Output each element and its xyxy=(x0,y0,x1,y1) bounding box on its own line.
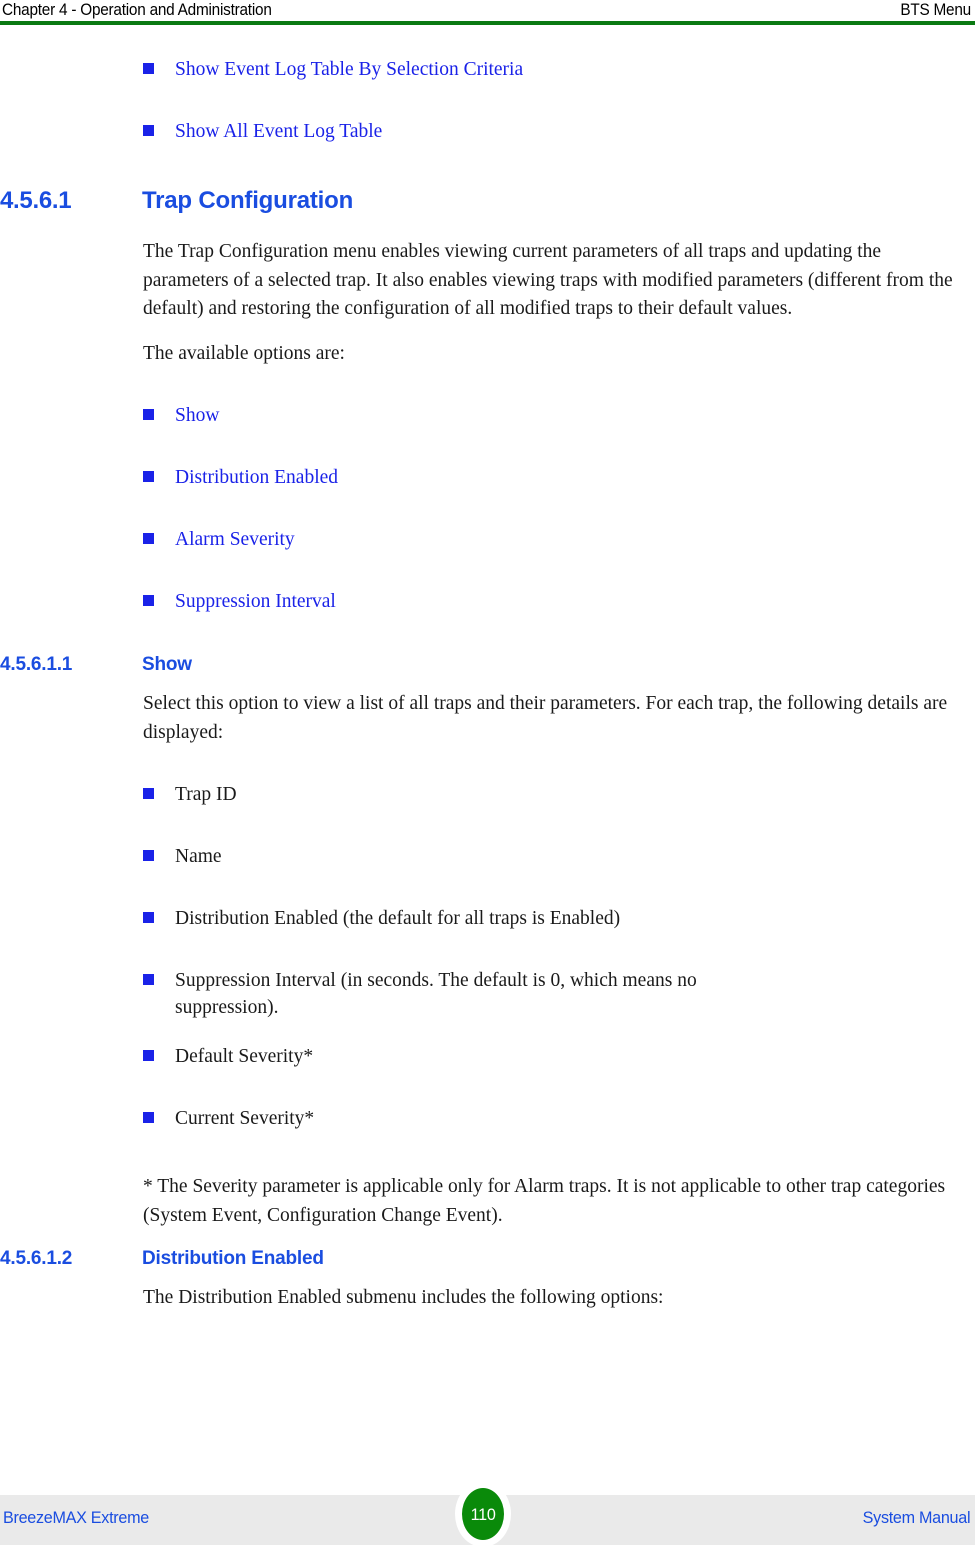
list-item-label: Suppression Interval (in seconds. The de… xyxy=(175,970,697,1018)
body-paragraph: Select this option to view a list of all… xyxy=(143,693,948,743)
list-item: Current Severity* xyxy=(0,1105,975,1133)
cross-reference-link[interactable]: Show xyxy=(175,402,960,429)
list-item: Distribution Enabled (the default for al… xyxy=(0,905,975,933)
list-item[interactable]: Show All Event Log Table xyxy=(0,118,975,146)
footer-document-name: System Manual xyxy=(862,1508,970,1527)
list-item[interactable]: Show Event Log Table By Selection Criter… xyxy=(0,56,975,84)
list-item[interactable]: Suppression Interval xyxy=(0,588,975,616)
list-item[interactable]: Distribution Enabled xyxy=(0,464,975,492)
list-item-label: Name xyxy=(175,846,222,867)
page-content: Show Event Log Table By Selection Criter… xyxy=(0,56,975,1313)
body-paragraph: The Distribution Enabled submenu include… xyxy=(143,1287,664,1308)
page-footer: BreezeMAX Extreme 110 System Manual xyxy=(0,1481,975,1547)
list-item-label: Default Severity* xyxy=(175,1046,314,1067)
square-bullet-icon xyxy=(143,125,154,136)
footer-product-name: BreezeMAX Extreme xyxy=(3,1508,149,1527)
cross-reference-link[interactable]: Show All Event Log Table xyxy=(175,118,960,145)
section-heading: 4.5.6.1 Trap Configuration xyxy=(0,186,975,222)
cross-reference-link[interactable]: Distribution Enabled xyxy=(175,464,960,491)
square-bullet-icon xyxy=(143,471,154,482)
section-number: 4.5.6.1.2 xyxy=(0,1248,73,1269)
list-item-label: Current Severity* xyxy=(175,1108,315,1129)
page-number-badge: 110 xyxy=(455,1481,511,1547)
list-item-label: Distribution Enabled (the default for al… xyxy=(175,908,621,929)
list-item-label: Trap ID xyxy=(175,784,237,805)
list-item[interactable]: Show xyxy=(0,402,975,430)
cross-reference-link[interactable]: Alarm Severity xyxy=(175,526,960,553)
cross-reference-link[interactable]: Suppression Interval xyxy=(175,588,960,615)
square-bullet-icon xyxy=(143,850,154,861)
square-bullet-icon xyxy=(143,409,154,420)
square-bullet-icon xyxy=(143,595,154,606)
list-item: Suppression Interval (in seconds. The de… xyxy=(0,967,975,1021)
page-number: 110 xyxy=(470,1504,496,1524)
header-chapter-title: Chapter 4 - Operation and Administration xyxy=(2,1,272,19)
section-title: Trap Configuration xyxy=(142,187,354,214)
section-title: Distribution Enabled xyxy=(142,1248,324,1269)
header-divider-rule xyxy=(0,21,975,25)
section-heading: 4.5.6.1.2 Distribution Enabled xyxy=(0,1246,975,1276)
square-bullet-icon xyxy=(143,1112,154,1123)
section-number: 4.5.6.1 xyxy=(0,187,72,214)
section-number: 4.5.6.1.1 xyxy=(0,654,73,675)
square-bullet-icon xyxy=(143,63,154,74)
section-heading: 4.5.6.1.1 Show xyxy=(0,652,975,682)
square-bullet-icon xyxy=(143,912,154,923)
square-bullet-icon xyxy=(143,533,154,544)
cross-reference-link[interactable]: Show Event Log Table By Selection Criter… xyxy=(175,56,960,83)
body-paragraph: The available options are: xyxy=(143,342,345,364)
list-item: Default Severity* xyxy=(0,1043,975,1071)
list-item: Trap ID xyxy=(0,781,975,809)
square-bullet-icon xyxy=(143,788,154,799)
section-title: Show xyxy=(142,654,192,675)
footnote-paragraph: * The Severity parameter is applicable o… xyxy=(143,1176,946,1226)
body-paragraph: The Trap Configuration menu enables view… xyxy=(143,241,953,319)
square-bullet-icon xyxy=(143,1050,154,1061)
list-item[interactable]: Alarm Severity xyxy=(0,526,975,554)
square-bullet-icon xyxy=(143,974,154,985)
header-section-title: BTS Menu xyxy=(900,1,971,19)
list-item: Name xyxy=(0,843,975,871)
